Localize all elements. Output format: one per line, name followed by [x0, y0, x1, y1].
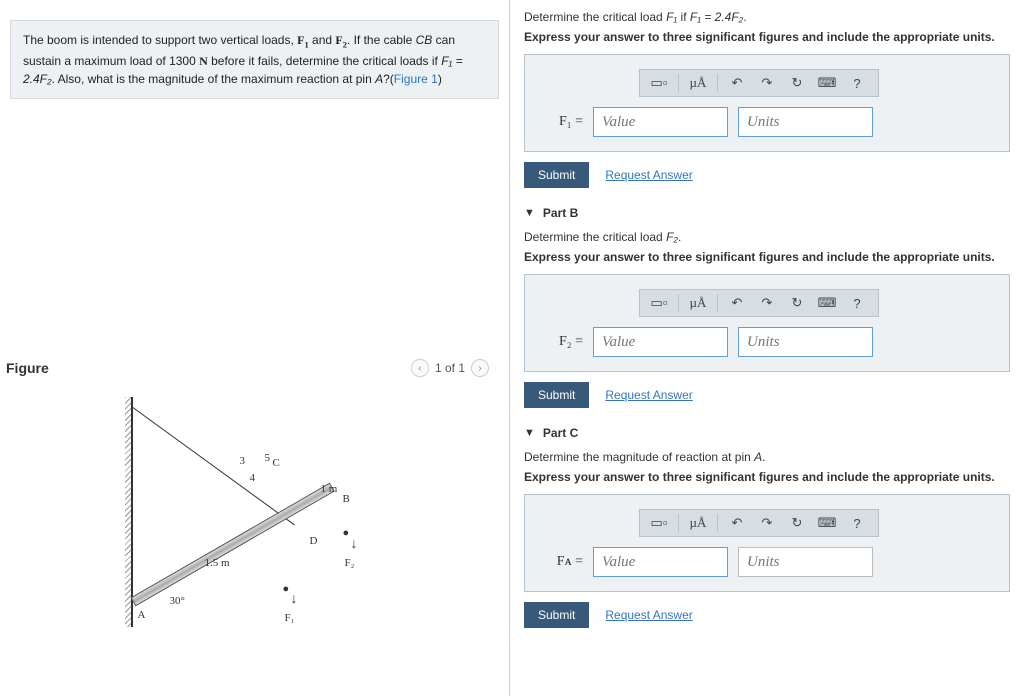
parta-request-link[interactable]: Request Answer [605, 168, 692, 182]
figure-diagram: C B D A 30° 1.5 m 1 m F₁ F₂ 3 4 5 ↓ ↓ ● … [95, 397, 415, 627]
undo-icon[interactable]: ↶ [726, 294, 748, 312]
symbol-icon[interactable]: µÅ [687, 294, 709, 312]
undo-icon[interactable]: ↶ [726, 514, 748, 532]
undo-icon[interactable]: ↶ [726, 74, 748, 92]
var-f2: F2 [335, 33, 347, 47]
template-icon[interactable]: ▭▫ [648, 74, 670, 92]
partc-answer-box: ▭▫ µÅ ↶ ↷ ↻ ⌨ ? Fᴀ = [524, 494, 1010, 592]
parta-toolbar: ▭▫ µÅ ↶ ↷ ↻ ⌨ ? [639, 69, 879, 97]
partb-request-link[interactable]: Request Answer [605, 388, 692, 402]
partc-value-input[interactable] [593, 547, 728, 577]
partb-submit-button[interactable]: Submit [524, 382, 589, 408]
problem-text: The boom is intended to support two vert… [23, 33, 297, 47]
partb-var-label: F₂ = [543, 334, 583, 350]
partb-header[interactable]: ▼ Part B [524, 206, 1010, 220]
keyboard-icon[interactable]: ⌨ [816, 514, 838, 532]
partc-prompt: Determine the magnitude of reaction at p… [524, 450, 1010, 464]
template-icon[interactable]: ▭▫ [648, 294, 670, 312]
help-icon[interactable]: ? [846, 514, 868, 532]
problem-statement: The boom is intended to support two vert… [10, 20, 499, 99]
partc-header[interactable]: ▼ Part C [524, 426, 1010, 440]
collapse-icon: ▼ [524, 207, 535, 219]
parta-answer-box: ▭▫ µÅ ↶ ↷ ↻ ⌨ ? F₁ = [524, 54, 1010, 152]
keyboard-icon[interactable]: ⌨ [816, 294, 838, 312]
partc-units-input[interactable] [738, 547, 873, 577]
partc-request-link[interactable]: Request Answer [605, 608, 692, 622]
parta-value-input[interactable] [593, 107, 728, 137]
reset-icon[interactable]: ↻ [786, 294, 808, 312]
partb-prompt: Determine the critical load F₂. [524, 230, 1010, 244]
parta-prompt: Determine the critical load F₁ if F₁ = 2… [524, 10, 1010, 24]
symbol-icon[interactable]: µÅ [687, 74, 709, 92]
parta-var-label: F₁ = [543, 114, 583, 130]
figure-title: Figure [6, 360, 49, 376]
redo-icon[interactable]: ↷ [756, 74, 778, 92]
figure-next-button[interactable]: › [471, 359, 489, 377]
partb-units-input[interactable] [738, 327, 873, 357]
help-icon[interactable]: ? [846, 74, 868, 92]
symbol-icon[interactable]: µÅ [687, 514, 709, 532]
keyboard-icon[interactable]: ⌨ [816, 74, 838, 92]
partb-answer-box: ▭▫ µÅ ↶ ↷ ↻ ⌨ ? F₂ = [524, 274, 1010, 372]
parta-units-input[interactable] [738, 107, 873, 137]
redo-icon[interactable]: ↷ [756, 514, 778, 532]
template-icon[interactable]: ▭▫ [648, 514, 670, 532]
cable-cb: CB [416, 33, 433, 47]
figure-link[interactable]: Figure 1 [394, 72, 438, 86]
partb-instructions: Express your answer to three significant… [524, 250, 1010, 264]
var-f1: F1 [297, 33, 309, 47]
parta-instructions: Express your answer to three significant… [524, 30, 1010, 44]
partc-submit-button[interactable]: Submit [524, 602, 589, 628]
figure-prev-button[interactable]: ‹ [411, 359, 429, 377]
figure-counter: 1 of 1 [435, 361, 465, 375]
parta-submit-button[interactable]: Submit [524, 162, 589, 188]
reset-icon[interactable]: ↻ [786, 74, 808, 92]
help-icon[interactable]: ? [846, 294, 868, 312]
partc-instructions: Express your answer to three significant… [524, 470, 1010, 484]
collapse-icon: ▼ [524, 427, 535, 439]
partb-value-input[interactable] [593, 327, 728, 357]
partb-toolbar: ▭▫ µÅ ↶ ↷ ↻ ⌨ ? [639, 289, 879, 317]
reset-icon[interactable]: ↻ [786, 514, 808, 532]
partc-var-label: Fᴀ = [543, 554, 583, 570]
partc-toolbar: ▭▫ µÅ ↶ ↷ ↻ ⌨ ? [639, 509, 879, 537]
redo-icon[interactable]: ↷ [756, 294, 778, 312]
